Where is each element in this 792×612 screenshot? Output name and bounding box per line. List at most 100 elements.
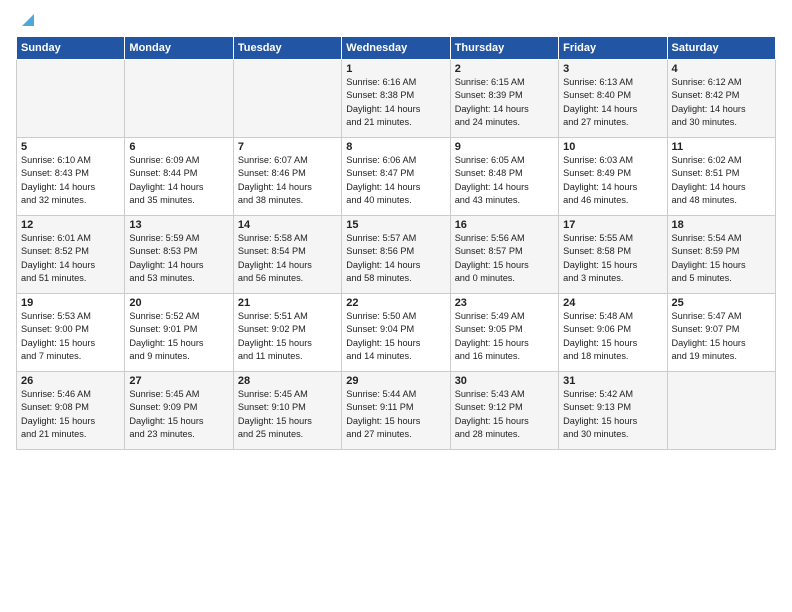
day-info: Sunrise: 6:15 AM Sunset: 8:39 PM Dayligh… [455, 76, 554, 129]
calendar-week-4: 19Sunrise: 5:53 AM Sunset: 9:00 PM Dayli… [17, 294, 776, 372]
day-number: 22 [346, 297, 445, 309]
calendar-cell: 16Sunrise: 5:56 AM Sunset: 8:57 PM Dayli… [450, 216, 558, 294]
logo [16, 12, 38, 28]
day-number: 28 [238, 375, 337, 387]
day-number: 1 [346, 63, 445, 75]
day-number: 16 [455, 219, 554, 231]
day-header-thursday: Thursday [450, 37, 558, 60]
calendar-cell: 28Sunrise: 5:45 AM Sunset: 9:10 PM Dayli… [233, 372, 341, 450]
day-info: Sunrise: 5:46 AM Sunset: 9:08 PM Dayligh… [21, 388, 120, 441]
logo-icon [18, 8, 38, 28]
day-info: Sunrise: 6:12 AM Sunset: 8:42 PM Dayligh… [672, 76, 771, 129]
day-number: 23 [455, 297, 554, 309]
day-number: 2 [455, 63, 554, 75]
calendar-cell: 7Sunrise: 6:07 AM Sunset: 8:46 PM Daylig… [233, 138, 341, 216]
day-number: 15 [346, 219, 445, 231]
day-number: 19 [21, 297, 120, 309]
day-number: 27 [129, 375, 228, 387]
calendar-cell: 3Sunrise: 6:13 AM Sunset: 8:40 PM Daylig… [559, 60, 667, 138]
day-info: Sunrise: 6:16 AM Sunset: 8:38 PM Dayligh… [346, 76, 445, 129]
day-number: 4 [672, 63, 771, 75]
day-header-saturday: Saturday [667, 37, 775, 60]
day-number: 13 [129, 219, 228, 231]
day-number: 26 [21, 375, 120, 387]
day-number: 29 [346, 375, 445, 387]
day-number: 20 [129, 297, 228, 309]
day-info: Sunrise: 5:44 AM Sunset: 9:11 PM Dayligh… [346, 388, 445, 441]
day-info: Sunrise: 5:47 AM Sunset: 9:07 PM Dayligh… [672, 310, 771, 363]
calendar-cell: 29Sunrise: 5:44 AM Sunset: 9:11 PM Dayli… [342, 372, 450, 450]
day-info: Sunrise: 5:52 AM Sunset: 9:01 PM Dayligh… [129, 310, 228, 363]
day-number: 21 [238, 297, 337, 309]
calendar-cell: 30Sunrise: 5:43 AM Sunset: 9:12 PM Dayli… [450, 372, 558, 450]
day-info: Sunrise: 6:07 AM Sunset: 8:46 PM Dayligh… [238, 154, 337, 207]
day-info: Sunrise: 5:54 AM Sunset: 8:59 PM Dayligh… [672, 232, 771, 285]
day-number: 31 [563, 375, 662, 387]
calendar-cell: 10Sunrise: 6:03 AM Sunset: 8:49 PM Dayli… [559, 138, 667, 216]
calendar-cell: 31Sunrise: 5:42 AM Sunset: 9:13 PM Dayli… [559, 372, 667, 450]
day-number: 18 [672, 219, 771, 231]
calendar-cell [17, 60, 125, 138]
calendar-cell: 4Sunrise: 6:12 AM Sunset: 8:42 PM Daylig… [667, 60, 775, 138]
day-number: 11 [672, 141, 771, 153]
day-info: Sunrise: 5:50 AM Sunset: 9:04 PM Dayligh… [346, 310, 445, 363]
day-info: Sunrise: 5:53 AM Sunset: 9:00 PM Dayligh… [21, 310, 120, 363]
calendar-cell: 14Sunrise: 5:58 AM Sunset: 8:54 PM Dayli… [233, 216, 341, 294]
calendar-cell: 19Sunrise: 5:53 AM Sunset: 9:00 PM Dayli… [17, 294, 125, 372]
calendar-cell [667, 372, 775, 450]
calendar-cell: 22Sunrise: 5:50 AM Sunset: 9:04 PM Dayli… [342, 294, 450, 372]
day-number: 8 [346, 141, 445, 153]
calendar-week-3: 12Sunrise: 6:01 AM Sunset: 8:52 PM Dayli… [17, 216, 776, 294]
day-number: 30 [455, 375, 554, 387]
calendar-cell: 13Sunrise: 5:59 AM Sunset: 8:53 PM Dayli… [125, 216, 233, 294]
day-number: 17 [563, 219, 662, 231]
header [16, 12, 776, 28]
day-info: Sunrise: 6:10 AM Sunset: 8:43 PM Dayligh… [21, 154, 120, 207]
day-info: Sunrise: 5:59 AM Sunset: 8:53 PM Dayligh… [129, 232, 228, 285]
calendar-week-1: 1Sunrise: 6:16 AM Sunset: 8:38 PM Daylig… [17, 60, 776, 138]
day-info: Sunrise: 5:45 AM Sunset: 9:09 PM Dayligh… [129, 388, 228, 441]
page-container: SundayMondayTuesdayWednesdayThursdayFrid… [0, 0, 792, 458]
day-info: Sunrise: 5:43 AM Sunset: 9:12 PM Dayligh… [455, 388, 554, 441]
day-info: Sunrise: 5:58 AM Sunset: 8:54 PM Dayligh… [238, 232, 337, 285]
calendar-week-2: 5Sunrise: 6:10 AM Sunset: 8:43 PM Daylig… [17, 138, 776, 216]
day-number: 25 [672, 297, 771, 309]
day-info: Sunrise: 5:42 AM Sunset: 9:13 PM Dayligh… [563, 388, 662, 441]
calendar-cell: 17Sunrise: 5:55 AM Sunset: 8:58 PM Dayli… [559, 216, 667, 294]
day-number: 3 [563, 63, 662, 75]
day-info: Sunrise: 5:48 AM Sunset: 9:06 PM Dayligh… [563, 310, 662, 363]
calendar-cell: 27Sunrise: 5:45 AM Sunset: 9:09 PM Dayli… [125, 372, 233, 450]
day-info: Sunrise: 6:01 AM Sunset: 8:52 PM Dayligh… [21, 232, 120, 285]
day-header-monday: Monday [125, 37, 233, 60]
day-info: Sunrise: 6:13 AM Sunset: 8:40 PM Dayligh… [563, 76, 662, 129]
day-number: 10 [563, 141, 662, 153]
calendar-cell: 1Sunrise: 6:16 AM Sunset: 8:38 PM Daylig… [342, 60, 450, 138]
day-info: Sunrise: 6:03 AM Sunset: 8:49 PM Dayligh… [563, 154, 662, 207]
calendar-cell: 12Sunrise: 6:01 AM Sunset: 8:52 PM Dayli… [17, 216, 125, 294]
calendar-cell: 6Sunrise: 6:09 AM Sunset: 8:44 PM Daylig… [125, 138, 233, 216]
day-header-sunday: Sunday [17, 37, 125, 60]
calendar-table: SundayMondayTuesdayWednesdayThursdayFrid… [16, 36, 776, 450]
day-number: 12 [21, 219, 120, 231]
calendar-cell: 26Sunrise: 5:46 AM Sunset: 9:08 PM Dayli… [17, 372, 125, 450]
calendar-cell: 2Sunrise: 6:15 AM Sunset: 8:39 PM Daylig… [450, 60, 558, 138]
day-info: Sunrise: 6:06 AM Sunset: 8:47 PM Dayligh… [346, 154, 445, 207]
day-number: 24 [563, 297, 662, 309]
day-number: 14 [238, 219, 337, 231]
calendar-cell: 20Sunrise: 5:52 AM Sunset: 9:01 PM Dayli… [125, 294, 233, 372]
calendar-cell: 18Sunrise: 5:54 AM Sunset: 8:59 PM Dayli… [667, 216, 775, 294]
calendar-cell: 9Sunrise: 6:05 AM Sunset: 8:48 PM Daylig… [450, 138, 558, 216]
calendar-cell: 24Sunrise: 5:48 AM Sunset: 9:06 PM Dayli… [559, 294, 667, 372]
day-info: Sunrise: 5:55 AM Sunset: 8:58 PM Dayligh… [563, 232, 662, 285]
day-info: Sunrise: 5:56 AM Sunset: 8:57 PM Dayligh… [455, 232, 554, 285]
day-info: Sunrise: 5:57 AM Sunset: 8:56 PM Dayligh… [346, 232, 445, 285]
day-header-tuesday: Tuesday [233, 37, 341, 60]
day-info: Sunrise: 6:05 AM Sunset: 8:48 PM Dayligh… [455, 154, 554, 207]
calendar-cell: 25Sunrise: 5:47 AM Sunset: 9:07 PM Dayli… [667, 294, 775, 372]
day-info: Sunrise: 5:51 AM Sunset: 9:02 PM Dayligh… [238, 310, 337, 363]
calendar-header-row: SundayMondayTuesdayWednesdayThursdayFrid… [17, 37, 776, 60]
calendar-cell: 23Sunrise: 5:49 AM Sunset: 9:05 PM Dayli… [450, 294, 558, 372]
calendar-cell: 21Sunrise: 5:51 AM Sunset: 9:02 PM Dayli… [233, 294, 341, 372]
calendar-cell: 11Sunrise: 6:02 AM Sunset: 8:51 PM Dayli… [667, 138, 775, 216]
calendar-cell [125, 60, 233, 138]
